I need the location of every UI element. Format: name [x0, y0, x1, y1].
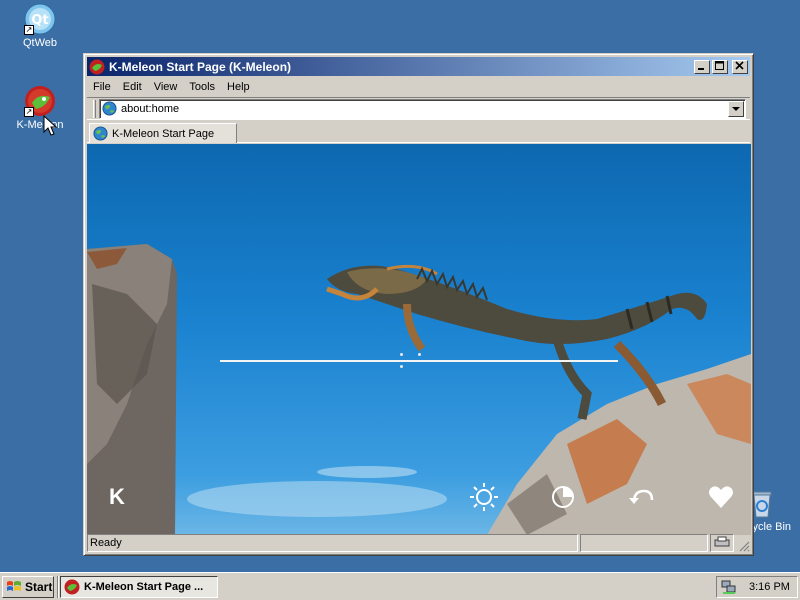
address-dropdown-button[interactable] — [728, 100, 744, 117]
taskbar: Start K-Meleon Start Page ... 3:16 PM — [0, 572, 800, 600]
status-bar: Ready — [87, 534, 750, 552]
close-icon — [735, 60, 744, 70]
taskbar-button-kmeleon[interactable]: K-Meleon Start Page ... — [60, 576, 218, 598]
status-progress-area — [580, 534, 709, 552]
background-photo — [87, 244, 751, 535]
taskbar-button-label: K-Meleon Start Page ... — [84, 581, 204, 593]
kmeleon-app-icon — [89, 59, 105, 74]
desktop-icon-qtweb[interactable]: Qt ↗ QtWeb — [5, 3, 75, 49]
windows-flag-icon — [7, 581, 21, 591]
minimize-button[interactable] — [694, 59, 710, 74]
address-toolbar: about:home — [87, 97, 750, 120]
kmeleon-logo[interactable]: K — [109, 484, 125, 510]
printer-icon — [714, 536, 730, 547]
tab-label: K-Meleon Start Page — [112, 127, 215, 140]
undo-arrow-icon[interactable] — [627, 482, 657, 512]
menu-view[interactable]: View — [148, 81, 184, 93]
title-bar[interactable]: K-Meleon Start Page (K-Meleon) — [87, 57, 750, 76]
menu-file[interactable]: File — [87, 81, 117, 93]
status-icon-cell — [710, 534, 735, 552]
address-field[interactable]: about:home — [99, 98, 746, 119]
menu-edit[interactable]: Edit — [117, 81, 148, 93]
clock[interactable]: 3:16 PM — [749, 581, 790, 593]
close-button[interactable] — [732, 59, 748, 74]
menu-help[interactable]: Help — [221, 81, 256, 93]
minimize-icon — [698, 67, 704, 70]
system-tray: 3:16 PM — [716, 576, 798, 598]
shortcut-arrow-icon: ↗ — [24, 25, 34, 35]
kmeleon-app-icon — [64, 579, 80, 595]
network-icon[interactable] — [721, 579, 737, 595]
menu-bar: File Edit View Tools Help — [87, 78, 750, 96]
start-label: Start — [25, 580, 53, 594]
status-text: Ready — [87, 534, 579, 552]
shortcut-arrow-icon: ↗ — [24, 107, 34, 117]
maximize-button[interactable] — [712, 59, 728, 74]
address-text: about:home — [121, 102, 180, 115]
resize-grip-icon — [739, 541, 750, 552]
start-button[interactable]: Start — [2, 576, 54, 598]
page-content: K — [87, 144, 751, 535]
tab-start-page[interactable]: K-Meleon Start Page — [89, 123, 237, 143]
mouse-cursor-icon — [43, 115, 57, 136]
sun-icon[interactable] — [469, 482, 499, 512]
globe-icon — [102, 101, 117, 116]
search-input[interactable] — [220, 360, 618, 362]
resize-grip[interactable] — [736, 534, 750, 552]
toolbar-grip[interactable] — [93, 99, 96, 118]
desktop-icon-label: K-Meleon — [16, 119, 64, 131]
taskbar-divider — [57, 576, 59, 598]
desktop-icon-label: QtWeb — [22, 37, 58, 49]
desktop-icon-kmeleon[interactable]: ↗ K-Meleon — [5, 85, 75, 131]
pie-timer-icon[interactable] — [548, 482, 578, 512]
qtweb-icon: Qt ↗ — [24, 3, 56, 35]
heart-icon[interactable] — [706, 482, 736, 512]
menu-tools[interactable]: Tools — [183, 81, 221, 93]
kmeleon-icon: ↗ — [24, 85, 56, 117]
favorite-indicator-dots — [400, 347, 440, 368]
globe-icon — [93, 126, 108, 141]
browser-window: K-Meleon Start Page (K-Meleon) File Edit… — [83, 53, 754, 556]
chevron-down-icon — [732, 106, 740, 111]
maximize-icon — [715, 60, 724, 70]
tab-strip: K-Meleon Start Page — [87, 121, 750, 143]
window-title: K-Meleon Start Page (K-Meleon) — [109, 59, 292, 74]
